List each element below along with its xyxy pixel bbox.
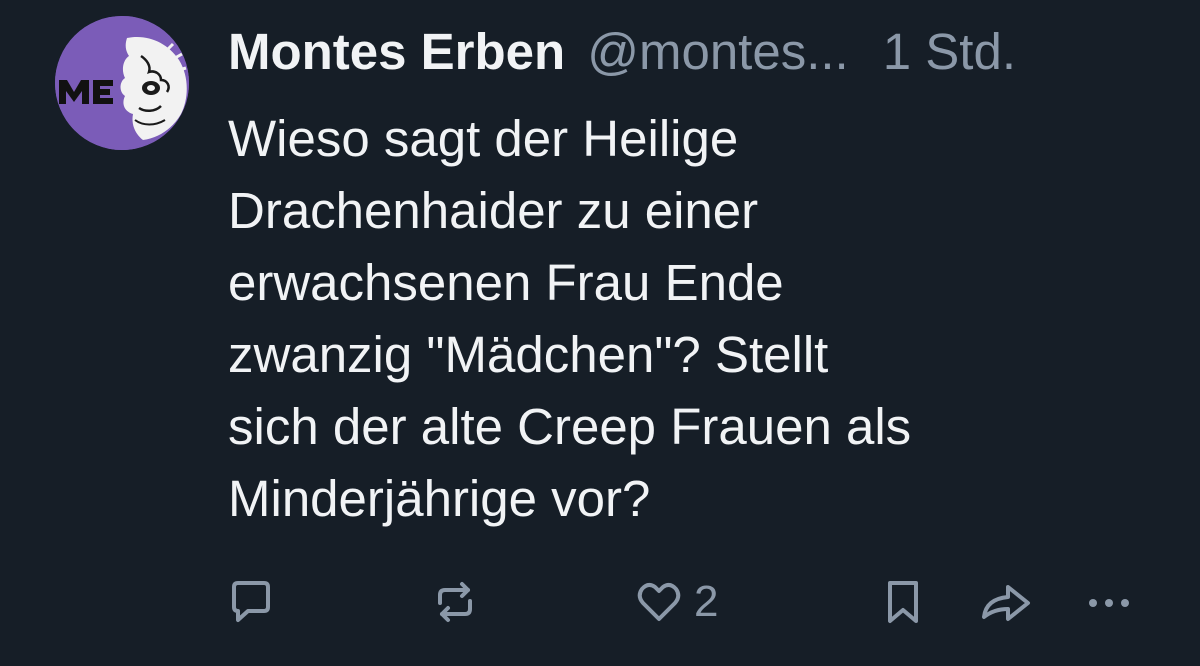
share-arrow-icon: [982, 585, 1030, 621]
speech-bubble-icon: [232, 581, 270, 622]
heart-outline-icon: [637, 582, 681, 621]
author-avatar[interactable]: [55, 16, 189, 150]
author-name[interactable]: Montes Erben: [228, 23, 565, 80]
bookmark-icon: [888, 581, 918, 623]
post-header: Montes Erben @montes... 1 Std.: [228, 20, 1160, 84]
share-button[interactable]: [978, 570, 1034, 634]
repost-button[interactable]: [430, 570, 480, 634]
post-card: Montes Erben @montes... 1 Std. Wieso sagt …: [0, 0, 1200, 666]
post-action-bar: 2: [0, 570, 1200, 634]
post-text: Wieso sagt der Heilige Drachenhaider zu …: [228, 110, 912, 527]
author-handle[interactable]: @montes...: [587, 23, 849, 80]
avatar-logo-image: [55, 16, 189, 150]
more-options-button[interactable]: [1084, 570, 1134, 634]
post-timestamp[interactable]: 1 Std.: [883, 23, 1016, 80]
like-count: 2: [694, 577, 719, 626]
reply-button[interactable]: [226, 570, 276, 634]
ellipsis-icon: [1089, 599, 1129, 607]
like-button[interactable]: 2: [634, 570, 718, 634]
bookmark-button[interactable]: [878, 570, 928, 634]
repost-arrows-icon: [438, 582, 472, 622]
